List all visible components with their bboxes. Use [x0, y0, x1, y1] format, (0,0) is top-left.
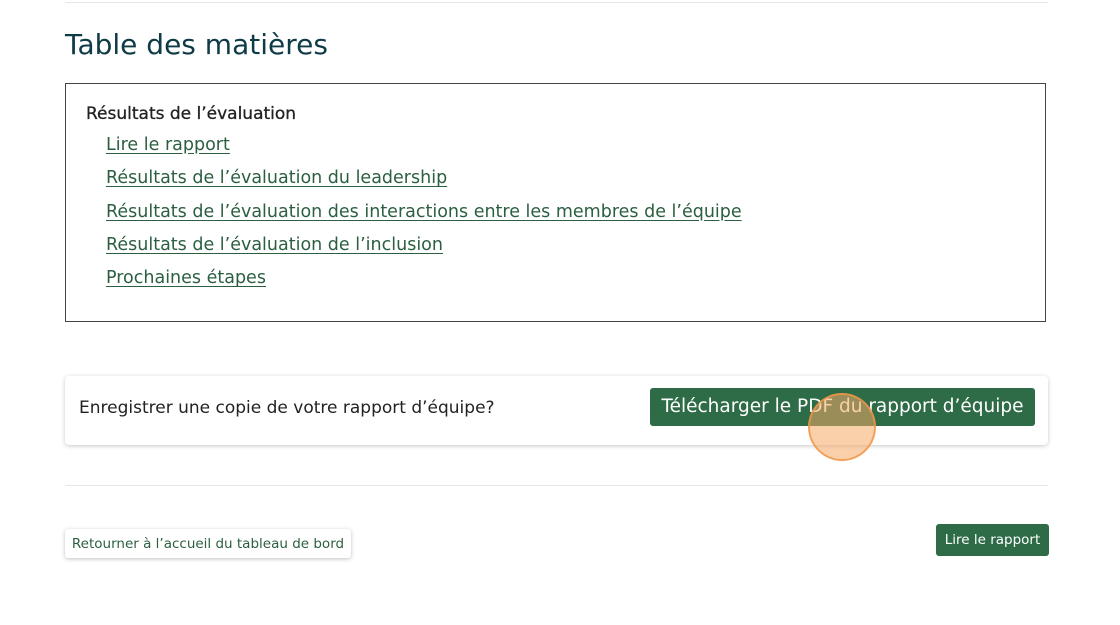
toc-title: Table des matières: [65, 28, 328, 61]
toc-link-list: Lire le rapport Résultats de l’évaluatio…: [106, 133, 742, 299]
back-to-dashboard-button[interactable]: Retourner à l’accueil du tableau de bord: [65, 529, 351, 558]
toc-item: Résultats de l’évaluation de l’inclusion: [106, 233, 742, 266]
table-of-contents: Résultats de l’évaluation Lire le rappor…: [65, 83, 1046, 322]
toc-item: Prochaines étapes: [106, 266, 742, 299]
toc-link-leadership-results[interactable]: Résultats de l’évaluation du leadership: [106, 168, 447, 188]
toc-section-heading: Résultats de l’évaluation: [86, 104, 297, 124]
top-divider: [65, 2, 1048, 3]
toc-item: Lire le rapport: [106, 133, 742, 166]
save-report-prompt: Enregistrer une copie de votre rapport d…: [79, 398, 495, 418]
toc-link-read-report[interactable]: Lire le rapport: [106, 135, 230, 155]
report-page: Table des matières Résultats de l’évalua…: [0, 0, 1120, 625]
read-report-button[interactable]: Lire le rapport: [936, 524, 1049, 556]
toc-link-inclusion-results[interactable]: Résultats de l’évaluation de l’inclusion: [106, 235, 443, 255]
toc-link-team-interactions-results[interactable]: Résultats de l’évaluation des interactio…: [106, 202, 742, 222]
toc-item: Résultats de l’évaluation du leadership: [106, 166, 742, 199]
bottom-divider: [65, 485, 1048, 486]
save-report-card: Enregistrer une copie de votre rapport d…: [65, 376, 1048, 445]
toc-link-next-steps[interactable]: Prochaines étapes: [106, 268, 266, 288]
download-pdf-button[interactable]: Télécharger le PDF du rapport d’équipe: [650, 388, 1035, 426]
toc-item: Résultats de l’évaluation des interactio…: [106, 200, 742, 233]
